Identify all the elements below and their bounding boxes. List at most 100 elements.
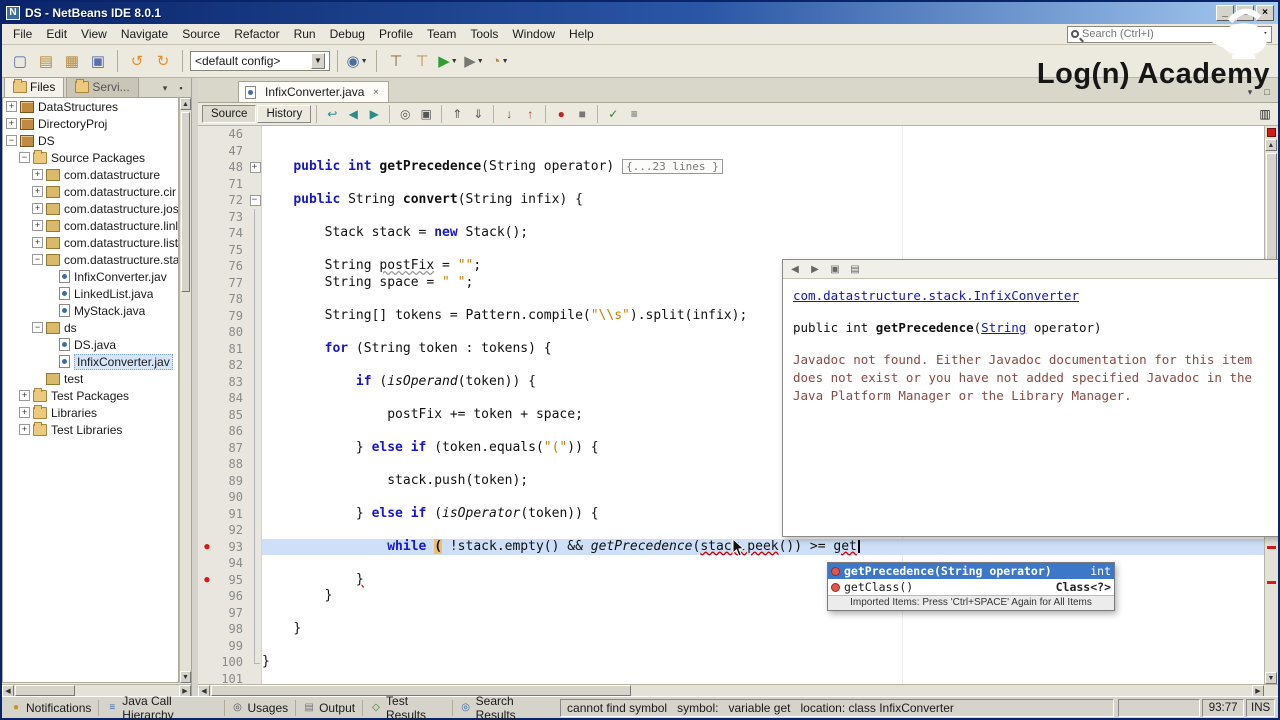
tree-item-com-datastructure-linl[interactable]: + com.datastructure.linl <box>3 217 178 234</box>
code-line-72[interactable]: 72− public String convert(String infix) … <box>198 192 1264 209</box>
menu-help[interactable]: Help <box>562 25 601 43</box>
tab-infixconverter[interactable]: InfixConverter.java × <box>238 81 390 102</box>
javadoc-forward-icon[interactable]: ▶ <box>807 262 823 277</box>
debug-icon[interactable]: ▶ ▼ <box>462 49 486 73</box>
javadoc-class-link[interactable]: com.datastructure.stack.InfixConverter <box>793 288 1079 303</box>
forward-icon[interactable]: ▶ <box>364 105 384 124</box>
scroll-up-icon[interactable]: ▲ <box>180 98 191 110</box>
menu-edit[interactable]: Edit <box>39 25 74 43</box>
menu-refactor[interactable]: Refactor <box>227 25 286 43</box>
tree-item-ds-java[interactable]: DS.java <box>3 336 178 353</box>
tree-item-test[interactable]: test <box>3 370 178 387</box>
tree-item-mystack-java[interactable]: MyStack.java <box>3 302 178 319</box>
expand-icon[interactable]: + <box>32 203 43 214</box>
collapse-icon[interactable]: − <box>32 254 43 265</box>
code-editor[interactable]: 46 47 48 + public int getPrecedence(String … <box>198 126 1278 684</box>
build-icon[interactable]: ⊤ <box>384 49 408 73</box>
expand-icon[interactable]: + <box>6 118 17 129</box>
completion-item[interactable]: getPrecedence(String operator) int <box>828 563 1114 579</box>
source-view-button[interactable]: Source <box>202 105 257 123</box>
tree-item-source-packages[interactable]: − Source Packages <box>3 149 178 166</box>
new-project-icon[interactable]: ▤ <box>34 49 58 73</box>
tree-item-com-datastructure[interactable]: + com.datastructure <box>3 166 178 183</box>
expand-icon[interactable]: + <box>32 237 43 248</box>
chevron-down-icon[interactable]: ▼ <box>311 53 325 69</box>
status-panel-output[interactable]: ▤ Output <box>298 699 360 717</box>
code-line-74[interactable]: 74 Stack stack = new Stack(); <box>198 225 1264 242</box>
run-icon[interactable]: ▶ ▼ <box>436 49 460 73</box>
sidebar-tab-servi[interactable]: Servi... <box>66 77 139 97</box>
redo-icon[interactable]: ↻ <box>151 49 175 73</box>
insert-mode[interactable]: INS <box>1246 698 1275 717</box>
config-select[interactable]: <default config> ▼ <box>190 51 330 71</box>
comment-icon[interactable]: ✓ <box>603 105 623 124</box>
completion-item[interactable]: getClass() Class<?> <box>828 579 1114 595</box>
next-bookmark-icon[interactable]: ⇓ <box>468 105 488 124</box>
status-panel-java-call-hierarchy[interactable]: ≡ Java Call Hierarchy <box>101 694 221 720</box>
collapse-icon[interactable]: − <box>19 152 30 163</box>
code-line-98[interactable]: 98 } <box>198 621 1264 638</box>
status-panel-test-results[interactable]: ◇ Test Results <box>365 694 450 720</box>
stop-macro-icon[interactable]: ■ <box>572 105 592 124</box>
code-line-46[interactable]: 46 <box>198 126 1264 143</box>
tree-item-ds[interactable]: − DS <box>3 132 178 149</box>
back-icon[interactable]: ◀ <box>343 105 363 124</box>
scroll-thumb[interactable] <box>15 685 75 696</box>
tree-item-datastructures[interactable]: + DataStructures <box>3 98 178 115</box>
menu-source[interactable]: Source <box>175 25 227 43</box>
save-all-icon[interactable]: ▣ <box>86 49 110 73</box>
code-line-73[interactable]: 73 <box>198 208 1264 225</box>
tree-item-com-datastructure-list[interactable]: + com.datastructure.list <box>3 234 178 251</box>
code-line-101[interactable]: 101 <box>198 670 1264 684</box>
profile-icon[interactable]: ◔ ▼ <box>488 49 512 73</box>
tree-item-test-packages[interactable]: + Test Packages <box>3 387 178 404</box>
tree-item-com-datastructure-cir[interactable]: + com.datastructure.cir <box>3 183 178 200</box>
prev-error-icon[interactable]: ↑ <box>520 105 540 124</box>
collapse-icon[interactable]: − <box>32 322 43 333</box>
code-line-100[interactable]: 100} <box>198 654 1264 671</box>
menu-team[interactable]: Team <box>420 25 463 43</box>
scroll-down-icon[interactable]: ▼ <box>1265 672 1277 684</box>
tree-item-libraries[interactable]: + Libraries <box>3 404 178 421</box>
find-occurrences-icon[interactable]: ▣ <box>416 105 436 124</box>
menu-run[interactable]: Run <box>287 25 323 43</box>
find-selection-icon[interactable]: ◎ <box>395 105 415 124</box>
code-line-75[interactable]: 75 <box>198 241 1264 258</box>
status-panel-usages[interactable]: ◎ Usages <box>226 699 293 717</box>
menu-debug[interactable]: Debug <box>323 25 372 43</box>
menu-file[interactable]: File <box>6 25 39 43</box>
error-status-icon[interactable] <box>1267 128 1276 137</box>
string-class-link[interactable]: String <box>981 320 1026 335</box>
expand-icon[interactable]: + <box>32 186 43 197</box>
expand-icon[interactable]: + <box>6 101 17 112</box>
tree-item-com-datastructure-sta[interactable]: − com.datastructure.sta <box>3 251 178 268</box>
javadoc-back-icon[interactable]: ◀ <box>787 262 803 277</box>
editor-split-icon[interactable]: ▥ <box>1255 105 1275 124</box>
deploy-icon[interactable]: ◉ ▼ <box>345 49 369 73</box>
record-macro-icon[interactable]: ● <box>551 105 571 124</box>
fold-collapse-icon[interactable]: − <box>248 192 262 209</box>
tree-item-infixconverter-jav[interactable]: InfixConverter.jav <box>3 353 178 370</box>
tree-item-linkedlist-java[interactable]: LinkedList.java <box>3 285 178 302</box>
menu-tools[interactable]: Tools <box>463 25 505 43</box>
next-error-icon[interactable]: ↓ <box>499 105 519 124</box>
menu-view[interactable]: View <box>74 25 114 43</box>
status-panel-search-results[interactable]: ◎ Search Results <box>455 694 554 720</box>
tree-item-ds[interactable]: − ds <box>3 319 178 336</box>
expand-icon[interactable]: + <box>32 220 43 231</box>
scroll-thumb[interactable] <box>181 112 190 292</box>
prev-bookmark-icon[interactable]: ⇑ <box>447 105 467 124</box>
show-in-browser-icon[interactable]: ▣ <box>827 262 843 277</box>
expand-icon[interactable]: + <box>19 407 30 418</box>
menu-profile[interactable]: Profile <box>372 25 420 43</box>
sidebar-tab-files[interactable]: Files <box>4 77 65 97</box>
sidebar-vscrollbar[interactable]: ▲ ▼ <box>179 98 191 683</box>
collapse-icon[interactable]: − <box>6 135 17 146</box>
clean-build-icon[interactable]: ⊤ <box>410 49 434 73</box>
tree-item-test-libraries[interactable]: + Test Libraries <box>3 421 178 438</box>
tree-item-infixconverter-jav[interactable]: InfixConverter.jav <box>3 268 178 285</box>
uncomment-icon[interactable]: ≡ <box>624 105 644 124</box>
editor-hscrollbar[interactable]: ◀ ▶ <box>198 684 1278 697</box>
status-panel-notifications[interactable]: ● Notifications <box>5 699 96 717</box>
history-view-button[interactable]: History <box>257 105 312 123</box>
